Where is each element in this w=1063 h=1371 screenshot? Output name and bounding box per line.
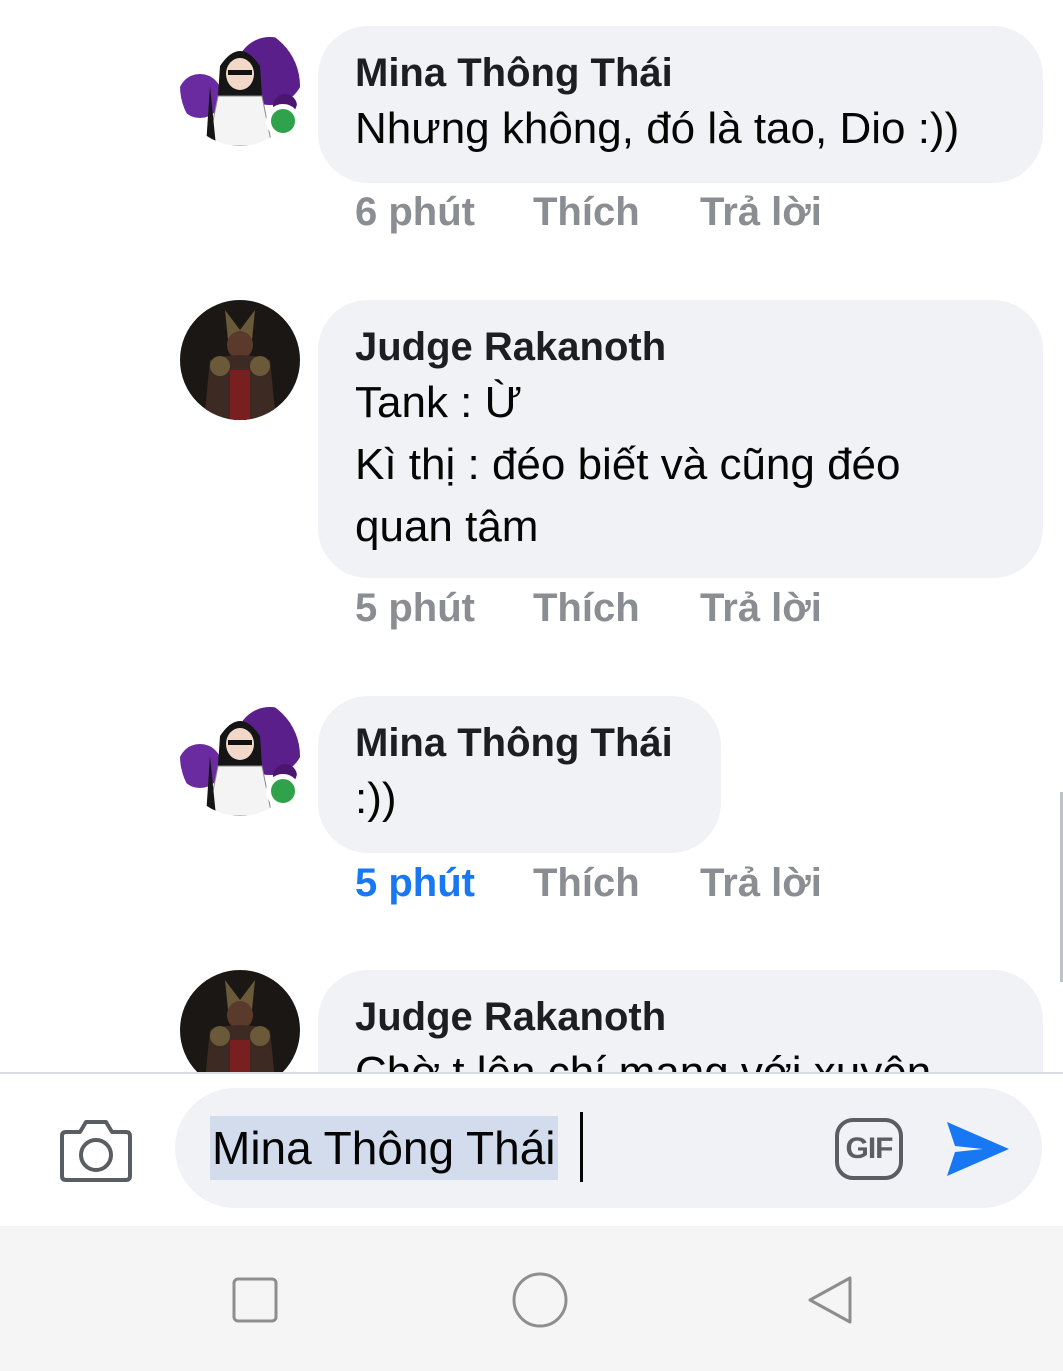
comment-actions: 5 phút Thích Trả lời	[355, 861, 955, 911]
comment-author[interactable]: Mina Thông Thái	[355, 48, 1005, 98]
system-navigation-bar	[0, 1226, 1063, 1371]
comment-author[interactable]: Mina Thông Thái	[355, 718, 683, 768]
comment-bubble[interactable]: Mina Thông Thái :))	[318, 696, 721, 853]
comment-text-line: Tank : Ừ	[355, 378, 523, 427]
warrior-avatar-image	[180, 300, 300, 420]
back-icon[interactable]	[800, 1270, 860, 1330]
avatar[interactable]	[180, 300, 300, 420]
comment-bubble[interactable]: Judge Rakanoth Chờ t lên chí mạng với xu…	[318, 970, 1043, 1072]
comment-bubble[interactable]: Judge Rakanoth Tank : Ừ Kì thị : đéo biế…	[318, 300, 1043, 578]
recent-apps-icon[interactable]	[225, 1270, 285, 1330]
like-button[interactable]: Thích	[533, 190, 640, 235]
avatar[interactable]	[180, 26, 300, 146]
comment-time[interactable]: 5 phút	[355, 586, 475, 631]
comment-time[interactable]: 5 phút	[355, 861, 475, 906]
comment-bubble[interactable]: Mina Thông Thái Nhưng không, đó là tao, …	[318, 26, 1043, 183]
like-button[interactable]: Thích	[533, 861, 640, 906]
online-status-dot	[266, 104, 300, 138]
comment-author[interactable]: Judge Rakanoth	[355, 992, 1005, 1042]
comment-text-line: Kì thị : đéo biết và cũng đéo	[355, 440, 901, 489]
text-caret	[580, 1112, 583, 1182]
online-status-dot	[266, 774, 300, 808]
gif-button[interactable]: GIF	[835, 1118, 903, 1180]
comment-time[interactable]: 6 phút	[355, 190, 475, 235]
comment-composer: Mina Thông Thái GIF	[0, 1074, 1063, 1226]
camera-icon[interactable]	[58, 1118, 134, 1184]
comment-thread: Mina Thông Thái Nhưng không, đó là tao, …	[0, 0, 1063, 1072]
comment-text-line: quan tâm	[355, 502, 539, 551]
home-icon[interactable]	[508, 1268, 572, 1332]
reply-button[interactable]: Trả lời	[700, 586, 822, 631]
comment-actions: 5 phút Thích Trả lời	[355, 586, 955, 636]
comment-author[interactable]: Judge Rakanoth	[355, 322, 1005, 372]
comment-actions: 6 phút Thích Trả lời	[355, 190, 955, 240]
send-icon[interactable]	[943, 1116, 1013, 1182]
avatar[interactable]	[180, 970, 300, 1072]
comment-input-value[interactable]: Mina Thông Thái	[210, 1116, 558, 1180]
reply-button[interactable]: Trả lời	[700, 190, 822, 235]
comment-text: :))	[355, 774, 397, 823]
reply-button[interactable]: Trả lời	[700, 861, 822, 906]
comment-text: Nhưng không, đó là tao, Dio :))	[355, 104, 960, 153]
like-button[interactable]: Thích	[533, 586, 640, 631]
avatar[interactable]	[180, 696, 300, 816]
comment-input[interactable]: Mina Thông Thái GIF	[175, 1088, 1042, 1208]
warrior-avatar-image	[180, 970, 300, 1072]
comment-text: Chờ t lên chí mạng với xuyên	[355, 1042, 1005, 1072]
